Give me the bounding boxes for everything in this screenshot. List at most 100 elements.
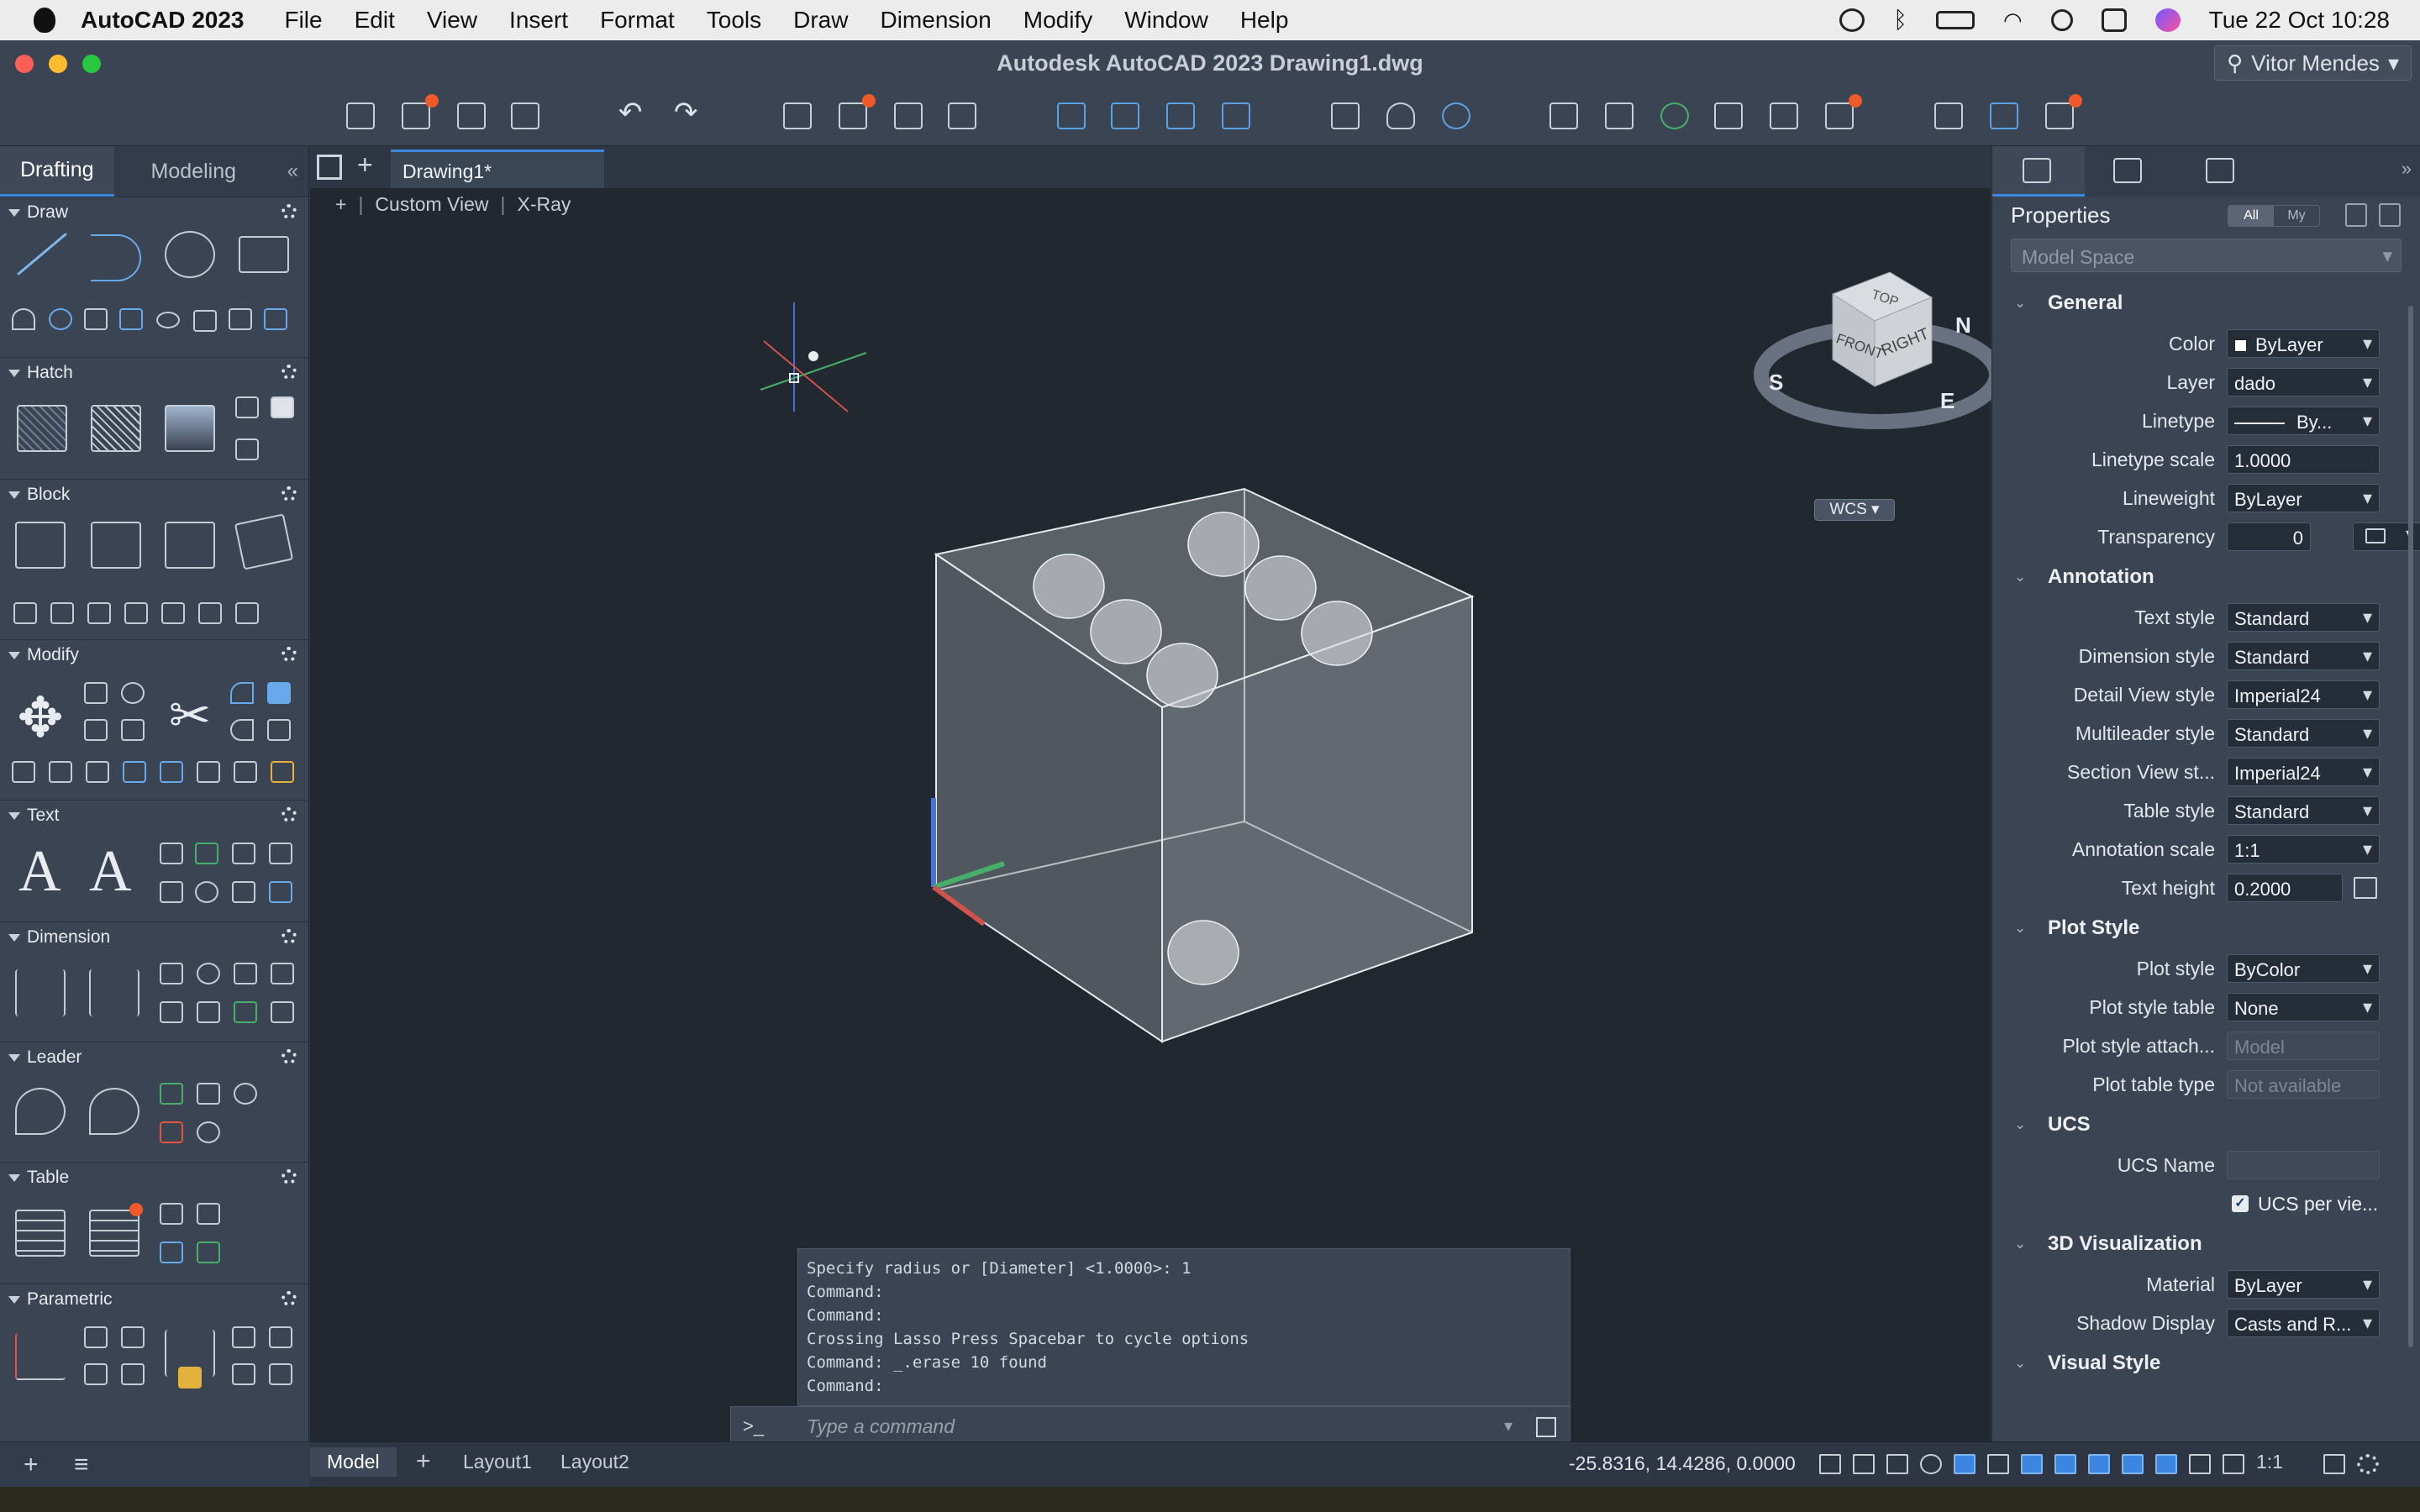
table-style-dropdown[interactable]: Standard: [2227, 796, 2380, 825]
isolate-icon[interactable]: [1714, 102, 1743, 129]
rotate-icon[interactable]: [121, 682, 145, 704]
collapse-palette-button[interactable]: «: [287, 160, 298, 183]
grid-icon[interactable]: [1819, 1454, 1841, 1474]
find-text-icon[interactable]: [195, 881, 218, 903]
settings-gear-icon[interactable]: [2357, 1454, 2379, 1474]
command-input[interactable]: Type a command: [807, 1415, 955, 1438]
menu-format[interactable]: Format: [600, 7, 675, 34]
baseline-dim-icon[interactable]: [271, 963, 294, 984]
detail-view-style-dropdown[interactable]: Imperial24: [2227, 680, 2380, 709]
text-height-field[interactable]: 0.2000: [2227, 874, 2343, 902]
dimension-style-icon[interactable]: [89, 969, 139, 1016]
wipeout-icon[interactable]: [271, 396, 294, 418]
tab-drafting[interactable]: Drafting: [0, 146, 114, 197]
spline-tool-icon[interactable]: [49, 308, 72, 330]
block-tool-icon[interactable]: [235, 602, 259, 624]
group-annotation[interactable]: ⌄ Annotation: [1992, 556, 2420, 598]
gear-icon[interactable]: [281, 647, 297, 662]
snap-icon[interactable]: [1853, 1454, 1875, 1474]
layer-dropdown[interactable]: dado: [2227, 368, 2380, 396]
pdf-convert-icon[interactable]: [269, 881, 292, 903]
menu-insert[interactable]: Insert: [509, 7, 568, 34]
selection-cycling-icon[interactable]: [2155, 1454, 2177, 1474]
annotation-scale-dropdown[interactable]: 1:1: [2227, 835, 2380, 864]
plot-icon[interactable]: [783, 102, 812, 129]
leader-tool-icon[interactable]: [197, 1121, 220, 1143]
modify-tool-icon[interactable]: [12, 761, 35, 783]
arc-tool-icon[interactable]: [12, 308, 35, 330]
continue-dim-icon[interactable]: [160, 1001, 183, 1023]
dimension-icon[interactable]: [15, 969, 66, 1016]
export-icon[interactable]: [1111, 102, 1139, 129]
web-icon[interactable]: [1222, 102, 1250, 129]
wcs-menu[interactable]: WCS ▾: [1814, 499, 1895, 521]
constraint-icon[interactable]: [269, 1363, 292, 1385]
app-menu[interactable]: AutoCAD 2023: [81, 7, 244, 34]
page-setup-icon[interactable]: [894, 102, 923, 129]
trim-scissors-icon[interactable]: ✂: [165, 690, 215, 741]
menu-window[interactable]: Window: [1124, 7, 1208, 34]
annotation-visibility-icon[interactable]: [2189, 1454, 2211, 1474]
modify-tool-icon[interactable]: [197, 761, 220, 783]
stretch-icon[interactable]: [121, 719, 145, 741]
block-tool-icon[interactable]: [161, 602, 185, 624]
text-style-dropdown[interactable]: Standard: [2227, 603, 2380, 632]
send-icon[interactable]: [1990, 102, 2018, 129]
create-block-icon[interactable]: [91, 522, 141, 569]
section-header[interactable]: Draw: [0, 197, 308, 228]
menu-dimension[interactable]: Dimension: [880, 7, 991, 34]
group-ucs[interactable]: ⌄ UCS: [1992, 1104, 2420, 1146]
multiline-text-icon[interactable]: A: [18, 843, 61, 901]
shadow-display-dropdown[interactable]: Casts and R...: [2227, 1309, 2380, 1337]
data-link-icon[interactable]: [160, 1203, 183, 1225]
quick-calc-icon[interactable]: [1825, 94, 1862, 129]
user-account-button[interactable]: ⚲ Vitor Mendes ▾: [2214, 45, 2412, 81]
add-palette-icon[interactable]: +: [24, 1451, 39, 1479]
infer-constraints-icon[interactable]: [1886, 1454, 1908, 1474]
section-header[interactable]: Table: [0, 1163, 308, 1193]
orbit-icon[interactable]: [1442, 102, 1470, 129]
block-editor-icon[interactable]: [1770, 102, 1798, 129]
multileader-style-dropdown[interactable]: Standard: [2227, 719, 2380, 748]
group-visual-style[interactable]: ⌄ Visual Style: [1992, 1342, 2420, 1384]
hatch-lines-icon[interactable]: [84, 308, 108, 330]
gear-icon[interactable]: [281, 204, 297, 219]
gear-icon[interactable]: [281, 1169, 297, 1184]
apple-icon[interactable]: [34, 8, 55, 33]
modify-tool-icon[interactable]: [160, 761, 183, 783]
add-leader-icon[interactable]: [160, 1083, 183, 1105]
3d-box-icon[interactable]: [267, 719, 291, 741]
copy-icon[interactable]: [84, 682, 108, 704]
tab-layout2[interactable]: Layout2: [560, 1451, 629, 1473]
region-icon[interactable]: [235, 396, 259, 418]
add-layout-button[interactable]: +: [416, 1447, 431, 1476]
constraint-icon[interactable]: [84, 1326, 108, 1348]
save-as-icon[interactable]: [511, 102, 539, 129]
creative-cloud-icon[interactable]: [1839, 8, 1865, 32]
constraint-icon[interactable]: [269, 1326, 292, 1348]
drawing-canvas[interactable]: + Drawing1* + | Custom View | X-Ray TOP …: [310, 146, 1992, 1487]
text-tool-icon[interactable]: [160, 881, 183, 903]
tab-model[interactable]: Model: [310, 1447, 397, 1477]
pick-point-icon[interactable]: [2354, 877, 2377, 899]
modify-tool-icon[interactable]: [49, 761, 72, 783]
ucs-name-field[interactable]: [2227, 1151, 2380, 1179]
cursor-coordinates[interactable]: -25.8316, 14.4286, 0.0000: [1569, 1452, 1796, 1475]
menu-help[interactable]: Help: [1240, 7, 1289, 34]
section-header[interactable]: Hatch: [0, 358, 308, 388]
text-style-icon[interactable]: A: [89, 843, 132, 901]
linear-dim-icon[interactable]: [160, 963, 183, 984]
menu-edit[interactable]: Edit: [355, 7, 395, 34]
color-dropdown[interactable]: ByLayer: [2227, 329, 2380, 358]
text-frame-icon[interactable]: [232, 843, 255, 864]
bluetooth-icon[interactable]: ᛒ: [1893, 7, 1907, 34]
gear-icon[interactable]: [281, 365, 297, 380]
modify-tool-icon[interactable]: [86, 761, 109, 783]
compass-e[interactable]: E: [1940, 388, 1954, 413]
clock[interactable]: Tue 22 Oct 10:28: [2209, 7, 2390, 34]
expand-panel-button[interactable]: »: [2402, 158, 2412, 180]
dynamic-ucs-icon[interactable]: [2122, 1454, 2144, 1474]
object-snap-tracking-icon[interactable]: [2021, 1454, 2043, 1474]
chevron-down-icon[interactable]: ▾: [1504, 1415, 1512, 1436]
xline-tool-icon[interactable]: [229, 308, 252, 330]
